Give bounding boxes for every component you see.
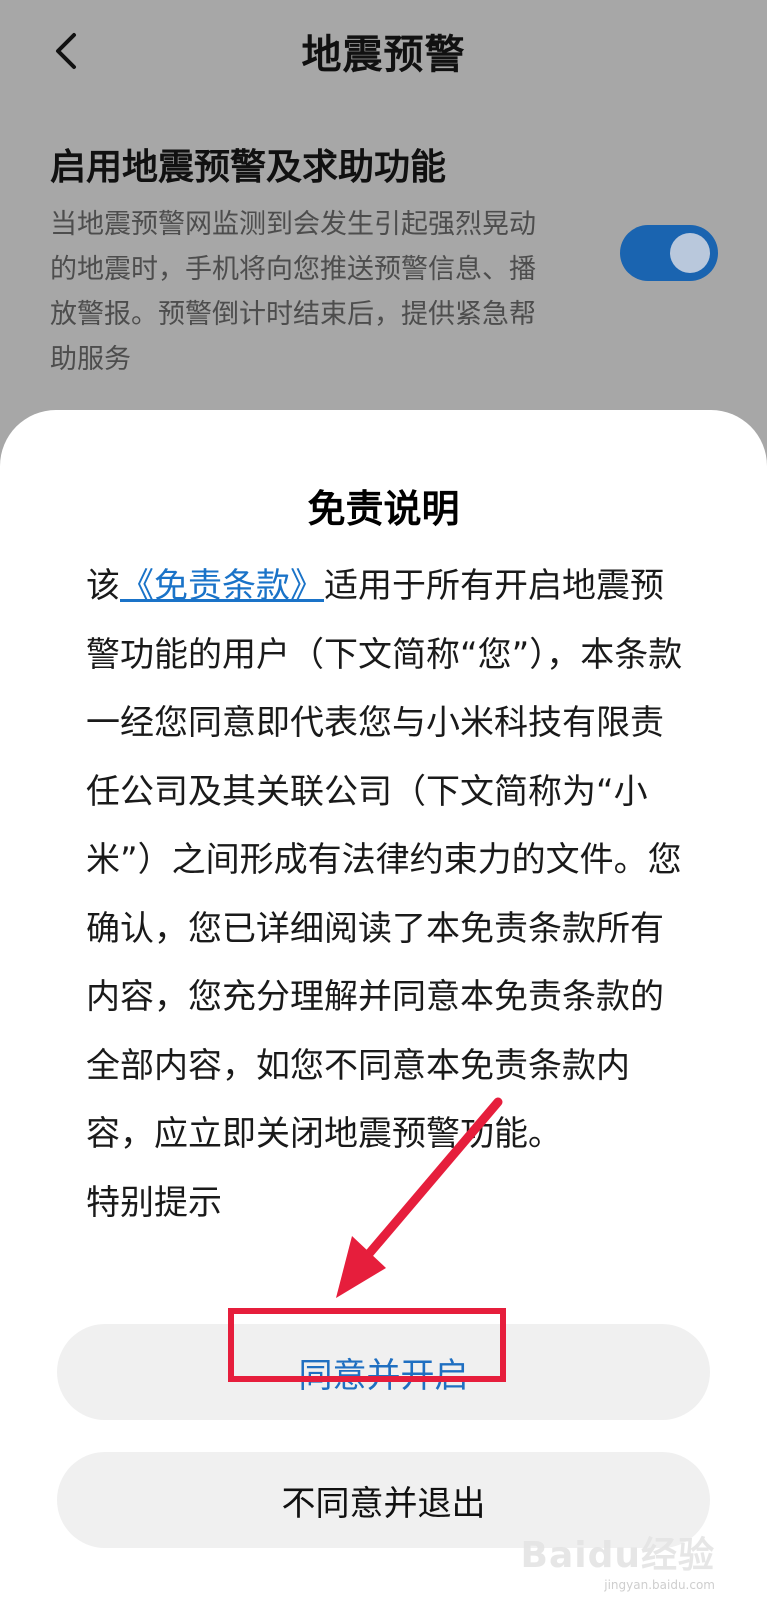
agree-and-enable-button[interactable]: 同意并开启 (57, 1324, 710, 1420)
page-title: 地震预警 (301, 32, 466, 78)
setting-title: 启用地震预警及求助功能 (50, 147, 447, 188)
toggle-knob (670, 233, 710, 273)
earthquake-alert-toggle[interactable] (620, 225, 718, 281)
dialog-body[interactable]: 该《免责条款》适用于所有开启地震预警功能的用户（下文简称“您”），本条款一经您同… (86, 552, 686, 1267)
top-bar: 地震预警 (0, 0, 767, 100)
watermark-brand: Baidu经验 (520, 1535, 715, 1576)
watermark-url: jingyan.baidu.com (604, 1578, 715, 1592)
dialog-title: 免责说明 (307, 487, 460, 531)
disclaimer-sheet: 免责说明 该《免责条款》适用于所有开启地震预警功能的用户（下文简称“您”），本条… (0, 410, 767, 1600)
body-main-text: 适用于所有开启地震预警功能的用户（下文简称“您”），本条款一经您同意即代表您与小… (86, 566, 683, 1154)
setting-description: 当地震预警网监测到会发生引起强烈晃动的地震时，手机将向您推送预警信息、播放警报。… (50, 209, 536, 375)
baidu-watermark: Baidu经验 jingyan.baidu.com (521, 1526, 715, 1592)
terms-link[interactable]: 《免责条款》 (120, 566, 324, 606)
body-prefix: 该 (86, 566, 120, 606)
disclaimer-paragraph: 该《免责条款》适用于所有开启地震预警功能的用户（下文简称“您”），本条款一经您同… (86, 552, 686, 1169)
special-notice-heading: 特别提示 (86, 1182, 222, 1223)
